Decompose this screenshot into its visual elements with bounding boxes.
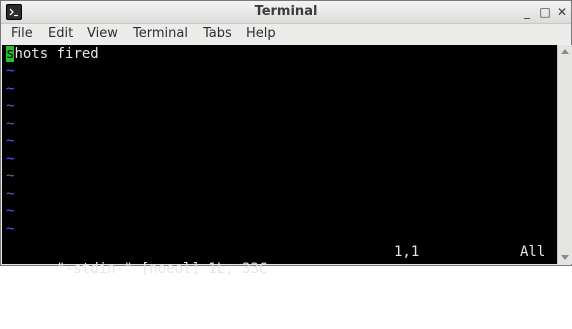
empty-line-tilde: ~ — [6, 185, 15, 202]
empty-line-tilde: ~ — [6, 150, 15, 167]
empty-line-tilde: ~ — [6, 115, 15, 132]
menu-terminal[interactable]: Terminal — [133, 26, 188, 41]
window-title: Terminal — [254, 4, 318, 19]
status-scroll-indicator: All — [520, 244, 546, 260]
scroll-up-arrow-icon[interactable] — [561, 49, 569, 54]
vim-status-line: "-stdin-" [noeol] 1L, 33C 1,1 All — [6, 244, 556, 277]
empty-line-tilde: ~ — [6, 98, 15, 114]
minimize-icon[interactable]: _ — [519, 5, 535, 19]
empty-line-tilde: ~ — [6, 168, 15, 184]
first-line-text: hots fired — [14, 46, 99, 62]
maximize-icon[interactable]: □ — [537, 5, 553, 19]
text-line-1: shots fired — [6, 46, 99, 63]
title-bar[interactable]: Terminal _ □ ✕ — [1, 1, 571, 24]
empty-line-tilde: ~ — [6, 203, 15, 219]
menu-bar: File Edit View Terminal Tabs Help — [1, 24, 571, 45]
empty-line-tilde: ~ — [6, 80, 15, 97]
empty-line-tilde: ~ — [6, 133, 15, 149]
menu-tabs[interactable]: Tabs — [203, 26, 232, 41]
menu-view[interactable]: View — [87, 26, 118, 41]
vertical-scrollbar[interactable] — [557, 45, 572, 264]
status-file-info: "-stdin-" [noeol] 1L, 33C — [56, 261, 268, 277]
close-icon[interactable]: ✕ — [554, 5, 570, 19]
menu-edit[interactable]: Edit — [48, 26, 73, 41]
terminal-area[interactable]: shots fired ~ ~ ~ ~ ~ ~ ~ ~ ~ ~ "-stdin-… — [2, 45, 557, 277]
scroll-down-arrow-icon[interactable] — [561, 255, 569, 260]
menu-help[interactable]: Help — [246, 26, 276, 41]
status-cursor-position: 1,1 — [394, 244, 420, 260]
terminal-window: Terminal _ □ ✕ File Edit View Terminal T… — [0, 0, 572, 277]
menu-file[interactable]: File — [11, 26, 33, 41]
empty-line-tilde: ~ — [6, 63, 15, 79]
empty-line-tilde: ~ — [6, 220, 15, 237]
